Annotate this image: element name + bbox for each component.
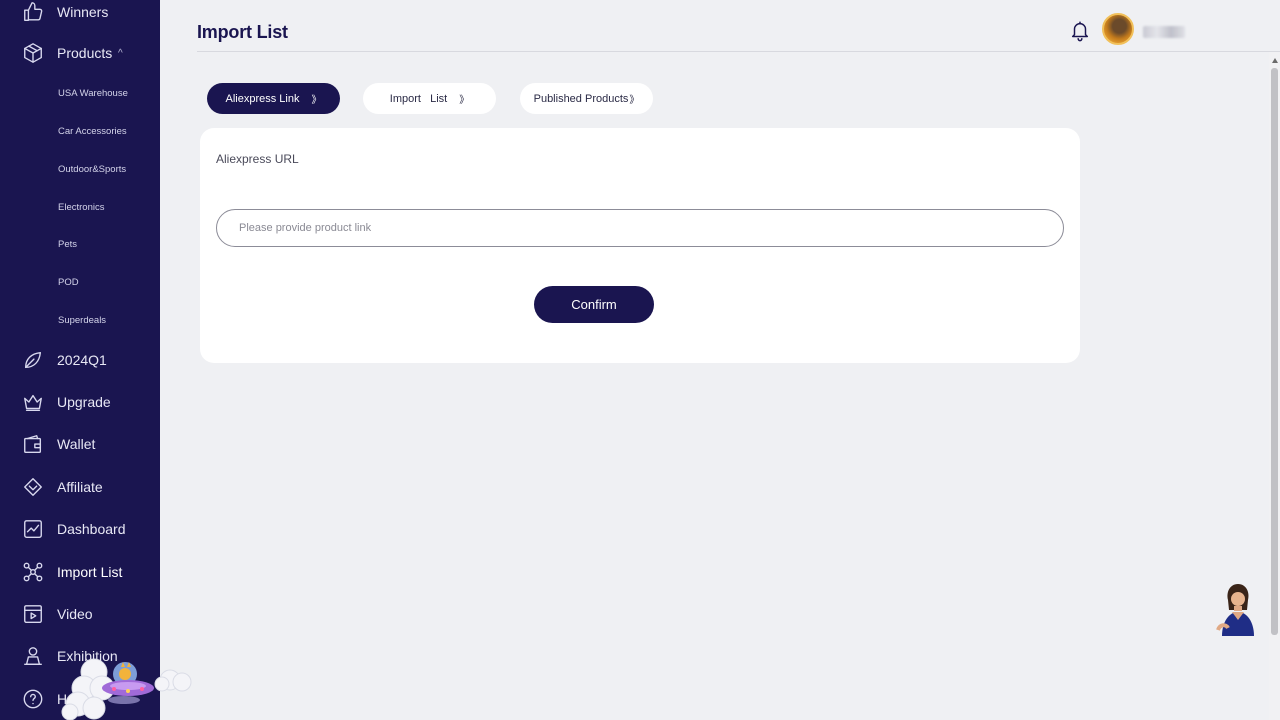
sidebar-item-2024q1[interactable]: 2024Q1: [0, 342, 160, 378]
chevron-right-icon: 》: [629, 95, 640, 106]
sidebar-subitem-electronics[interactable]: Electronics: [58, 202, 104, 213]
username-redacted: [1143, 26, 1185, 38]
sidebar-item-upgrade[interactable]: Upgrade: [0, 384, 160, 420]
help-icon: [22, 688, 44, 710]
sidebar-item-label: Upgrade: [57, 394, 111, 410]
tab-label: Aliexpress Link: [225, 92, 300, 105]
tab-label: Import List: [389, 92, 448, 105]
sidebar-item-label: Video: [57, 606, 93, 622]
sidebar-item-products[interactable]: Products ^: [0, 35, 160, 71]
chevron-right-icon: 》: [459, 95, 470, 106]
network-icon: [22, 561, 44, 583]
thumbs-up-icon: [22, 1, 44, 23]
sidebar-subitem-superdeals[interactable]: Superdeals: [58, 315, 106, 326]
header-divider: [197, 51, 1280, 52]
avatar[interactable]: [1102, 13, 1134, 45]
sidebar-item-label: Dashboard: [57, 521, 126, 537]
sidebar-subitem-car-accessories[interactable]: Car Accessories: [58, 126, 127, 137]
sidebar-subitem-outdoor-sports[interactable]: Outdoor&Sports: [58, 164, 126, 175]
sidebar-item-label: Wallet: [57, 436, 96, 452]
sidebar-item-video[interactable]: Video: [0, 596, 160, 632]
bell-icon[interactable]: [1069, 20, 1091, 42]
tab-published-products[interactable]: Published Products 》: [520, 83, 653, 114]
sidebar-item-label: Winners: [57, 4, 109, 20]
sidebar-item-import-list[interactable]: Import List: [0, 554, 160, 590]
tab-import-list[interactable]: Import List 》: [363, 83, 496, 114]
sidebar-subitem-pets[interactable]: Pets: [58, 239, 77, 250]
sidebar-subitem-pod[interactable]: POD: [58, 277, 79, 288]
scrollbar-thumb[interactable]: [1271, 68, 1278, 635]
page-title: Import List: [197, 22, 288, 42]
wallet-icon: [22, 433, 44, 455]
video-icon: [22, 603, 44, 625]
tab-aliexpress-link[interactable]: Aliexpress Link 》: [207, 83, 340, 114]
crown-icon: [22, 391, 44, 413]
scroll-up-arrow-icon[interactable]: [1272, 58, 1278, 63]
ufo-mascot-icon[interactable]: [58, 652, 200, 720]
aliexpress-url-label: Aliexpress URL: [216, 152, 299, 166]
leaf-icon: [22, 349, 44, 371]
chevron-right-icon: 》: [311, 95, 322, 106]
sidebar: Winners Products ^ USA Warehouse Car Acc…: [0, 0, 160, 720]
sidebar-item-winners[interactable]: Winners: [0, 0, 160, 30]
sidebar-item-label: Products: [57, 45, 113, 61]
sidebar-item-wallet[interactable]: Wallet: [0, 426, 160, 462]
sidebar-item-dashboard[interactable]: Dashboard: [0, 511, 160, 547]
sidebar-subitem-usa-warehouse[interactable]: USA Warehouse: [58, 88, 128, 99]
sidebar-item-label: 2024Q1: [57, 352, 107, 368]
chart-icon: [22, 518, 44, 540]
aliexpress-url-input[interactable]: [216, 209, 1064, 247]
box-icon: [22, 42, 44, 64]
support-agent-avatar[interactable]: [1214, 580, 1260, 636]
sidebar-item-affiliate[interactable]: Affiliate: [0, 469, 160, 505]
tab-label: Published Products: [533, 92, 629, 105]
chevron-up-icon: ^: [118, 47, 123, 59]
diamond-icon: [22, 476, 44, 498]
exhibition-icon: [22, 645, 44, 667]
sidebar-item-label: Affiliate: [57, 479, 103, 495]
confirm-button[interactable]: Confirm: [534, 286, 654, 323]
sidebar-item-label: Import List: [57, 564, 123, 580]
